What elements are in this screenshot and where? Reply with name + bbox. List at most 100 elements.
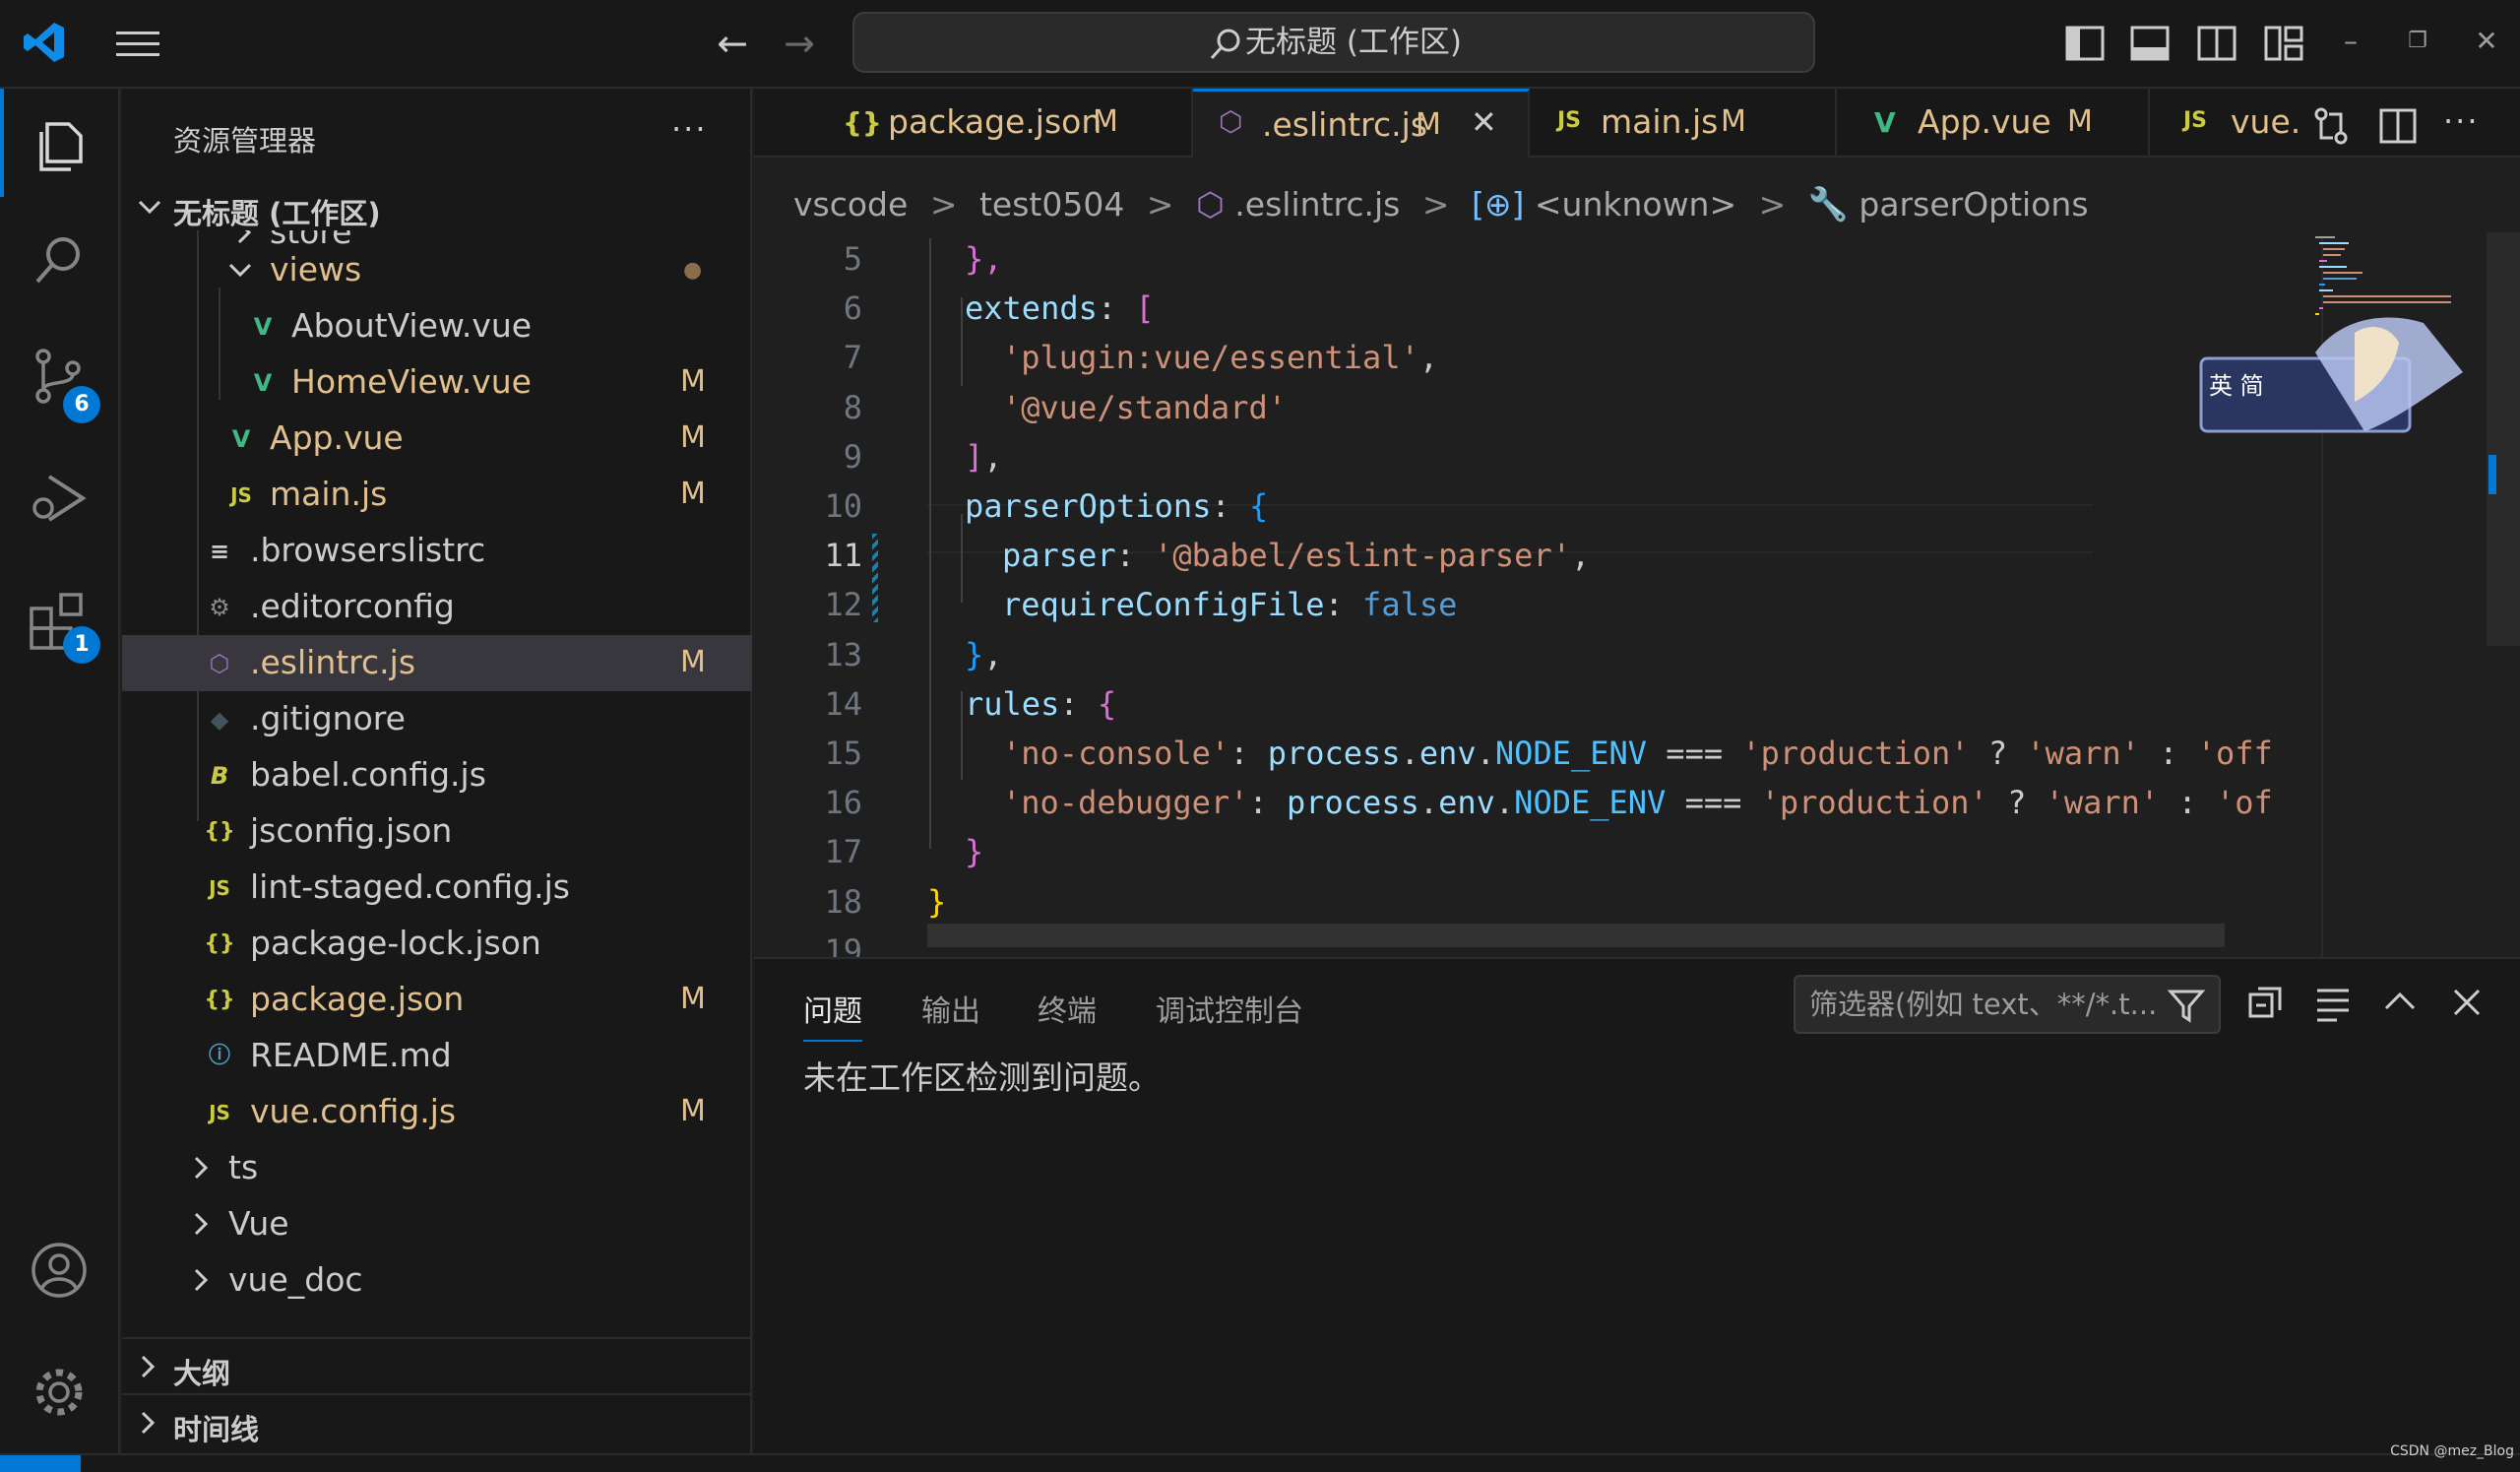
- workspace-title[interactable]: 无标题 (工作区): [173, 191, 381, 232]
- tree-file-package-lock[interactable]: {} package-lock.json: [122, 916, 752, 972]
- breadcrumb-item[interactable]: <unknown>: [1535, 185, 1736, 224]
- split-editor-icon[interactable]: [2378, 106, 2418, 146]
- code-line: }: [927, 883, 946, 921]
- run-debug-icon: [32, 475, 87, 522]
- command-center-search[interactable]: 无标题 (工作区): [852, 12, 1815, 73]
- tree-file-vue-config[interactable]: JS vue.config.js M: [122, 1084, 752, 1140]
- status-badge: M: [680, 420, 706, 455]
- title-bar: ← → 无标题 (工作区) – ❐ ✕: [0, 0, 2520, 89]
- more-actions-icon[interactable]: ···: [671, 110, 708, 148]
- horizontal-scrollbar[interactable]: [927, 924, 2225, 947]
- code-token: ?: [1987, 784, 2046, 822]
- code-line: 'no-debugger': process.env.NODE_ENV === …: [1002, 784, 2273, 821]
- back-arrow-icon[interactable]: ←: [713, 24, 752, 63]
- tab-debug-console[interactable]: 调试控制台: [1156, 987, 1303, 1030]
- more-actions-icon[interactable]: ···: [2443, 102, 2480, 140]
- tree-file-homeview[interactable]: V HomeView.vue M: [122, 354, 752, 411]
- json-file-icon: {}: [204, 819, 235, 844]
- maximize-panel-icon[interactable]: [2380, 983, 2420, 1022]
- code-line: '@vue/standard': [1002, 389, 1287, 426]
- gear-file-icon: ⚙: [209, 594, 230, 621]
- tree-file-browserslistrc[interactable]: ≡ .browserslistrc: [122, 523, 752, 579]
- view-as-tree-icon[interactable]: [2313, 983, 2353, 1022]
- problems-filter[interactable]: [1794, 975, 2221, 1034]
- code-line: ],: [965, 438, 1003, 476]
- close-tab-icon[interactable]: ✕: [1471, 103, 1497, 141]
- tab-vue-config[interactable]: JS vue.: [2150, 89, 2300, 158]
- code-line: requireConfigFile: false: [1002, 586, 1457, 623]
- toggle-primary-sidebar-icon[interactable]: [2065, 24, 2105, 63]
- tree-file-gitignore[interactable]: ◆ .gitignore: [122, 691, 752, 747]
- breadcrumb-item[interactable]: parserOptions: [1858, 185, 2088, 224]
- toggle-panel-icon[interactable]: [2130, 24, 2170, 63]
- tree-folder-views[interactable]: views ●: [122, 242, 752, 298]
- chevron-right-icon: [194, 1156, 209, 1180]
- customize-layout-icon[interactable]: [2264, 24, 2303, 63]
- tab-app-vue[interactable]: V App.vue M: [1837, 89, 2150, 158]
- tree-item-label: jsconfig.json: [250, 811, 453, 850]
- collapse-all-icon[interactable]: [2246, 983, 2286, 1022]
- tab-eslintrc[interactable]: ⬡ .eslintrc.js M ✕: [1193, 89, 1530, 158]
- tree-file-aboutview[interactable]: V AboutView.vue: [122, 298, 752, 354]
- chevron-down-icon[interactable]: [136, 193, 163, 221]
- run-debug-activity[interactable]: [0, 441, 120, 549]
- chevron-down-icon: [228, 263, 252, 278]
- tree-file-lint-staged[interactable]: JS lint-staged.config.js: [122, 860, 752, 916]
- line-number: 19: [824, 931, 862, 957]
- manage-activity[interactable]: [0, 1335, 120, 1443]
- line-number: 6: [843, 289, 862, 328]
- tree-file-editorconfig[interactable]: ⚙ .editorconfig: [122, 579, 752, 635]
- vertical-scrollbar[interactable]: [2487, 232, 2520, 646]
- source-control-activity[interactable]: 6: [0, 319, 120, 427]
- filter-icon[interactable]: [2168, 987, 2205, 1024]
- close-panel-icon[interactable]: [2447, 983, 2487, 1022]
- minimize-icon[interactable]: –: [2331, 22, 2370, 61]
- menu-icon[interactable]: [116, 28, 159, 61]
- open-changes-icon[interactable]: [2311, 106, 2351, 146]
- source-control-badge: 6: [63, 386, 100, 423]
- breadcrumb-item[interactable]: vscode: [793, 185, 908, 224]
- tree-folder-vue[interactable]: Vue: [122, 1196, 752, 1252]
- toggle-secondary-sidebar-icon[interactable]: [2197, 24, 2236, 63]
- accounts-activity[interactable]: [0, 1213, 120, 1321]
- outline-section[interactable]: 大纲: [122, 1337, 752, 1393]
- forward-arrow-icon[interactable]: →: [780, 24, 819, 63]
- breadcrumb-item[interactable]: .eslintrc.js: [1234, 185, 1400, 224]
- tree-file-main-js[interactable]: JS main.js M: [122, 467, 752, 523]
- restore-icon[interactable]: ❐: [2398, 22, 2437, 61]
- code-token: 'plugin:vue/essential': [1002, 339, 1419, 377]
- text-file-icon: ≡: [209, 538, 230, 565]
- tree-file-eslintrc[interactable]: ⬡ .eslintrc.js M: [122, 635, 752, 691]
- tab-package-json[interactable]: {} package.json M: [754, 89, 1193, 158]
- breadcrumb-item[interactable]: test0504: [979, 185, 1124, 224]
- close-window-icon[interactable]: ✕: [2467, 22, 2506, 61]
- tree-file-readme[interactable]: ⓘ README.md: [122, 1028, 752, 1084]
- tree-folder-vue-doc[interactable]: vue_doc: [122, 1252, 752, 1302]
- search-activity[interactable]: [0, 203, 120, 311]
- tree-file-babel-config[interactable]: B babel.config.js: [122, 747, 752, 803]
- line-number: 14: [824, 684, 862, 723]
- code-token: :: [2139, 735, 2197, 772]
- extensions-activity[interactable]: 1: [0, 563, 120, 672]
- explorer-activity[interactable]: [0, 89, 120, 197]
- remote-indicator[interactable]: [0, 1455, 81, 1472]
- code-token: 'no-debugger': [1002, 784, 1249, 822]
- tab-main-js[interactable]: JS main.js M: [1530, 89, 1837, 158]
- tree-file-package-json[interactable]: {} package.json M: [122, 972, 752, 1028]
- line-number: 16: [824, 784, 862, 822]
- timeline-section[interactable]: 时间线: [122, 1393, 752, 1449]
- filter-input[interactable]: [1809, 983, 2164, 1026]
- tree-folder-ts[interactable]: ts: [122, 1140, 752, 1196]
- tab-problems[interactable]: 问题: [803, 987, 862, 1042]
- code-token: :: [1248, 784, 1287, 822]
- git-modified-marker: [872, 534, 878, 622]
- code-token: },: [965, 240, 1003, 278]
- tree-file-app-vue[interactable]: V App.vue M: [122, 411, 752, 467]
- tree-item-label: Vue: [228, 1204, 289, 1243]
- line-number: 18: [824, 882, 862, 921]
- tab-output[interactable]: 输出: [921, 987, 980, 1030]
- sticker-text: 英 简: [2209, 372, 2264, 400]
- code-token: ===: [1647, 735, 1742, 772]
- tree-file-jsconfig[interactable]: {} jsconfig.json: [122, 803, 752, 860]
- tab-terminal[interactable]: 终端: [1038, 987, 1097, 1030]
